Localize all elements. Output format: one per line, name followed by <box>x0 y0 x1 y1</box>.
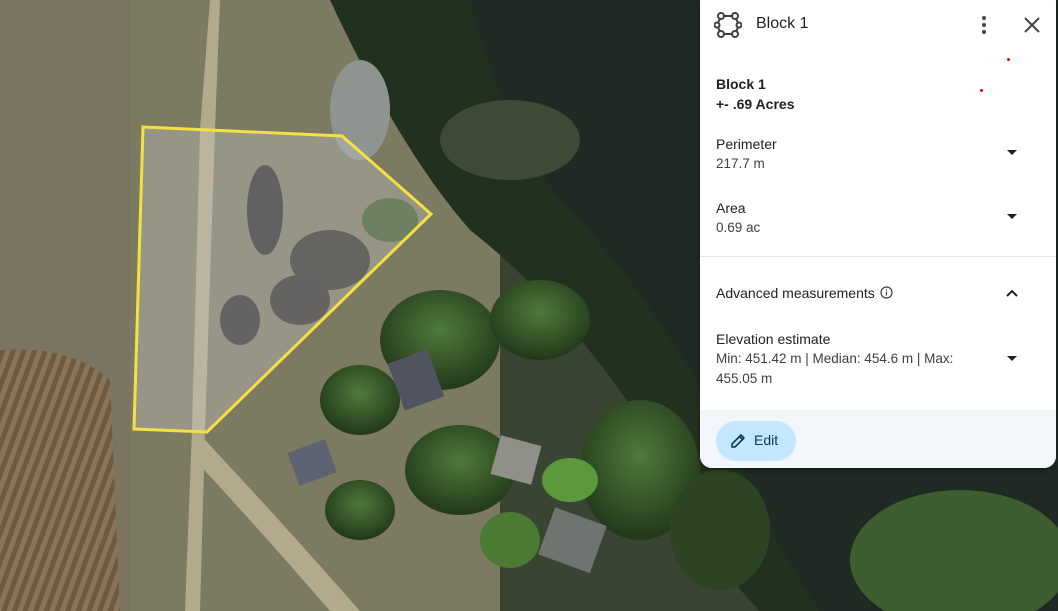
close-icon[interactable] <box>1020 13 1044 37</box>
panel-footer: Edit <box>700 410 1056 468</box>
tree-cluster <box>542 458 598 502</box>
perimeter-label: Perimeter <box>716 136 777 152</box>
section-divider <box>700 256 1056 257</box>
perimeter-row[interactable]: Perimeter 217.7 m <box>700 130 1056 180</box>
crop-field <box>0 349 120 611</box>
edit-button[interactable]: Edit <box>716 421 796 461</box>
description-acres: +- .69 Acres <box>716 96 795 112</box>
pencil-icon <box>731 434 745 448</box>
sandbar <box>440 100 580 180</box>
info-icon[interactable] <box>880 286 893 299</box>
tree-cluster <box>480 512 540 568</box>
advanced-measurements-text: Advanced measurements <box>716 285 875 301</box>
perimeter-value: 217.7 m <box>716 156 765 171</box>
polygon-shape-icon <box>714 12 742 38</box>
area-label: Area <box>716 200 746 216</box>
advanced-measurements-header[interactable]: Advanced measurements <box>700 276 1056 310</box>
chevron-down-icon[interactable] <box>1006 355 1018 363</box>
tree-cluster <box>320 365 400 435</box>
marker-dot <box>980 89 983 92</box>
measurement-panel: Block 1 Block 1 +- .69 Acres Perimeter 2… <box>700 0 1056 468</box>
edit-label: Edit <box>754 432 779 448</box>
tree-cluster <box>490 280 590 360</box>
advanced-measurements-label: Advanced measurements <box>716 285 893 301</box>
chevron-down-icon[interactable] <box>1006 149 1018 157</box>
tree-cluster <box>670 470 770 590</box>
area-value: 0.69 ac <box>716 220 761 235</box>
chevron-down-icon[interactable] <box>1006 213 1018 221</box>
tree-cluster <box>325 480 395 540</box>
description-name: Block 1 <box>716 76 766 92</box>
panel-header: Block 1 <box>700 0 1056 50</box>
elevation-row[interactable]: Elevation estimate Min: 451.42 m | Media… <box>700 326 1056 396</box>
marker-dot <box>1007 58 1010 61</box>
area-row[interactable]: Area 0.69 ac <box>700 194 1056 244</box>
panel-title: Block 1 <box>756 15 809 32</box>
more-options-icon[interactable] <box>972 13 996 37</box>
block-description: Block 1 +- .69 Acres <box>716 74 794 114</box>
elevation-value: Min: 451.42 m | Median: 454.6 m | Max: 4… <box>716 351 954 386</box>
chevron-up-icon[interactable] <box>1006 289 1018 297</box>
elevation-label: Elevation estimate <box>716 331 831 347</box>
